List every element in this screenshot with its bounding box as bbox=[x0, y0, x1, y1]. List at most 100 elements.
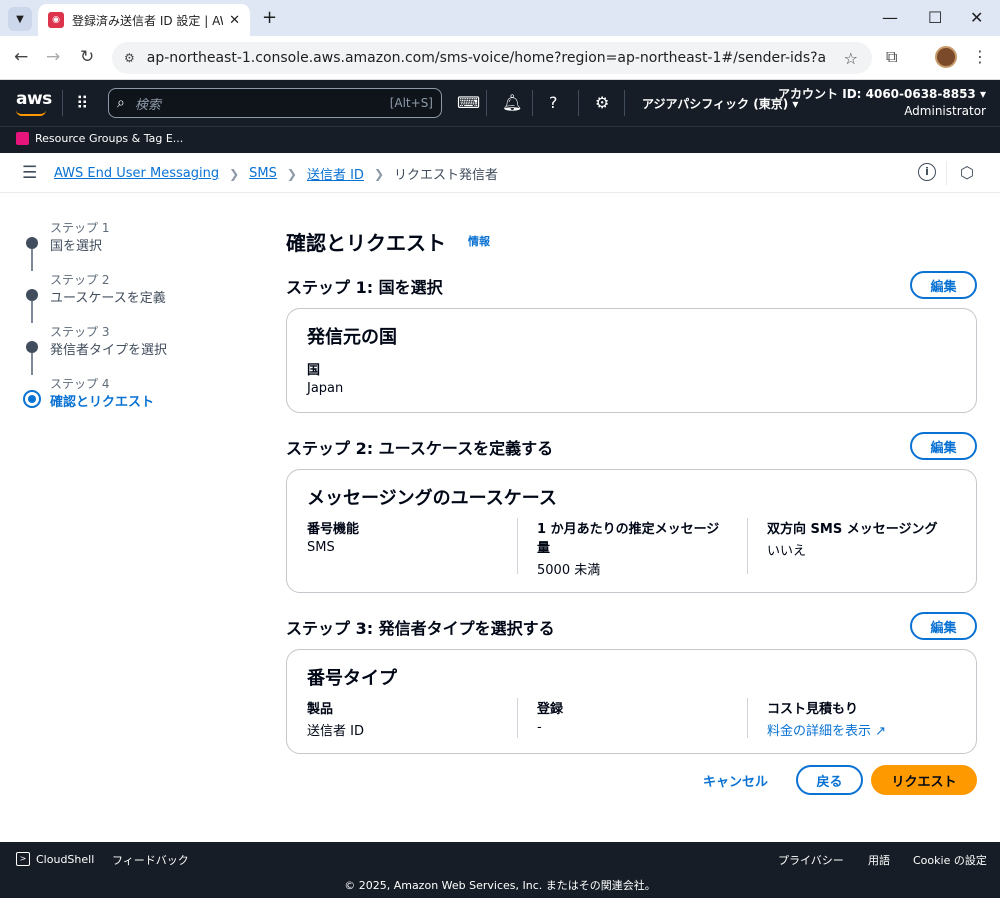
menu-hamburger-icon[interactable]: ☰ bbox=[22, 163, 37, 183]
bookmark-star-icon[interactable]: ☆ bbox=[844, 49, 858, 68]
account-id: アカウント ID: 4060-0638-8853 ▾ bbox=[778, 87, 986, 101]
window-close-icon[interactable]: ✕ bbox=[970, 8, 983, 27]
reload-icon[interactable]: ↻ bbox=[80, 47, 94, 67]
help-icon[interactable]: ? bbox=[549, 93, 558, 112]
field-label: コスト見積もり bbox=[767, 702, 859, 717]
field-value: 5000 未満 bbox=[537, 563, 601, 578]
back-arrow-icon[interactable]: ← bbox=[14, 47, 28, 67]
aws-favicon-icon: ◉ bbox=[48, 12, 64, 28]
account-role: Administrator bbox=[904, 104, 986, 118]
wizard-step-3[interactable]: ステップ 3 発信者タイプを選択 bbox=[24, 323, 224, 375]
region-selector[interactable]: アジアパシフィック (東京) ▾ bbox=[642, 95, 798, 112]
field-value: - bbox=[537, 720, 542, 735]
step-label: ユースケースを定義 bbox=[50, 291, 166, 306]
resource-groups-icon bbox=[16, 132, 29, 145]
chevron-right-icon: ❯ bbox=[373, 166, 385, 181]
url-field[interactable]: ⚙ ap-northeast-1.console.aws.amazon.com/… bbox=[112, 42, 872, 74]
edit-step1-button[interactable]: 編集 bbox=[910, 271, 977, 299]
wizard-step-1[interactable]: ステップ 1 国を選択 bbox=[24, 219, 224, 271]
cloudshell-footer-icon: > bbox=[16, 852, 30, 866]
breadcrumb-link-sender-id[interactable]: 送信者 ID bbox=[307, 164, 364, 183]
cloudshell-button[interactable]: > CloudShell bbox=[16, 852, 94, 866]
cloudshell-icon[interactable]: ⌨ bbox=[457, 93, 480, 112]
terms-link[interactable]: 用語 bbox=[868, 852, 890, 868]
step-number: ステップ 2 bbox=[50, 273, 110, 287]
breadcrumb-link-sms[interactable]: SMS bbox=[249, 166, 277, 181]
step-dot-icon bbox=[26, 289, 38, 301]
breadcrumb: AWS End User Messaging ❯ SMS ❯ 送信者 ID ❯ … bbox=[54, 164, 498, 183]
extensions-icon[interactable]: ⧉ bbox=[886, 47, 897, 67]
tab-search-button[interactable]: ▼ bbox=[8, 7, 32, 31]
close-tab-icon[interactable]: ✕ bbox=[229, 13, 240, 28]
cancel-button[interactable]: キャンセル bbox=[703, 771, 768, 790]
submit-request-button[interactable]: リクエスト bbox=[871, 765, 977, 795]
account-menu[interactable]: アカウント ID: 4060-0638-8853 ▾ Administrator bbox=[778, 86, 986, 120]
console-footer: > CloudShell フィードバック プライバシー 用語 Cookie の設… bbox=[0, 842, 1000, 898]
back-button[interactable]: 戻る bbox=[796, 765, 863, 795]
new-tab-button[interactable]: + bbox=[262, 7, 277, 28]
divider bbox=[532, 90, 533, 116]
card-title: 番号タイプ bbox=[307, 668, 397, 689]
search-shortcut: [Alt+S] bbox=[389, 96, 433, 110]
field-product: 製品 送信者 ID bbox=[307, 698, 364, 739]
step-dot-icon bbox=[26, 237, 38, 249]
field-number-capability: 番号機能 SMS bbox=[307, 518, 359, 555]
search-input[interactable]: ⌕ 検索 [Alt+S] bbox=[108, 88, 442, 118]
browser-tab[interactable]: ◉ 登録済み送信者 ID 設定 | AWS E ✕ bbox=[38, 4, 250, 36]
step-label: 確認とリクエスト bbox=[50, 395, 155, 410]
step-connector bbox=[31, 353, 33, 375]
divider bbox=[578, 90, 579, 116]
wizard-steps: ステップ 1 国を選択 ステップ 2 ユースケースを定義 ステップ 3 発信者タ… bbox=[23, 219, 224, 427]
aws-logo[interactable]: aws bbox=[16, 89, 52, 109]
search-placeholder: 検索 bbox=[134, 97, 161, 113]
gear-icon[interactable]: ⚙ bbox=[595, 93, 609, 112]
copyright: © 2025, Amazon Web Services, Inc. またはその関… bbox=[344, 879, 656, 892]
field-cost-estimate: コスト見積もり 料金の詳細を表示 ↗ bbox=[767, 698, 886, 739]
favorite-label: Resource Groups & Tag E... bbox=[35, 132, 184, 145]
site-info-icon[interactable]: ⚙ bbox=[124, 51, 135, 65]
divider bbox=[747, 518, 748, 574]
field-value: SMS bbox=[307, 540, 335, 555]
edit-step2-button[interactable]: 編集 bbox=[910, 432, 977, 460]
pricing-details-link[interactable]: 料金の詳細を表示 bbox=[767, 724, 871, 739]
card-origin-country: 発信元の国 国 Japan bbox=[286, 308, 977, 413]
field-label: 番号機能 bbox=[307, 522, 360, 537]
field-country: 国 Japan bbox=[307, 359, 343, 396]
field-value: Japan bbox=[307, 381, 344, 396]
minimize-icon[interactable]: — bbox=[882, 8, 898, 27]
divider bbox=[946, 161, 947, 185]
info-icon[interactable]: i bbox=[918, 163, 936, 181]
step-number: ステップ 3 bbox=[50, 325, 110, 339]
settings-hex-icon[interactable]: ⬡ bbox=[960, 163, 974, 182]
privacy-link[interactable]: プライバシー bbox=[778, 852, 844, 868]
breadcrumb-bar: ☰ AWS End User Messaging ❯ SMS ❯ 送信者 ID … bbox=[0, 153, 1000, 193]
bell-icon[interactable]: 🔔︎ bbox=[502, 93, 522, 112]
forward-arrow-icon[interactable]: → bbox=[46, 47, 60, 67]
wizard-step-2[interactable]: ステップ 2 ユースケースを定義 bbox=[24, 271, 224, 323]
edit-step3-button[interactable]: 編集 bbox=[910, 612, 977, 640]
wizard-step-4: ステップ 4 確認とリクエスト bbox=[23, 375, 224, 427]
aws-smile-logo-mark bbox=[16, 110, 46, 116]
section-heading-step2: ステップ 2: ユースケースを定義する bbox=[286, 439, 554, 458]
browser-menu-icon[interactable]: ⋮ bbox=[972, 47, 988, 66]
step-number: ステップ 4 bbox=[50, 377, 110, 391]
cookie-settings-link[interactable]: Cookie の設定 bbox=[913, 852, 987, 868]
field-label: 1 か月あたりの推定メッセージ量 bbox=[537, 522, 720, 556]
favorite-resource-groups[interactable]: Resource Groups & Tag E... bbox=[16, 132, 183, 145]
breadcrumb-link-service[interactable]: AWS End User Messaging bbox=[54, 166, 219, 181]
field-label: 製品 bbox=[307, 702, 334, 717]
chevron-right-icon: ❯ bbox=[286, 166, 297, 181]
info-link[interactable]: 情報 bbox=[468, 233, 490, 249]
maximize-icon[interactable]: ☐ bbox=[928, 8, 942, 27]
step-number: ステップ 1 bbox=[50, 221, 110, 235]
page-title: 確認とリクエスト bbox=[286, 231, 446, 255]
field-value: 送信者 ID bbox=[307, 724, 364, 739]
feedback-link[interactable]: フィードバック bbox=[112, 852, 189, 868]
services-grid-icon[interactable]: ⠿ bbox=[76, 94, 88, 114]
divider bbox=[517, 518, 518, 574]
profile-avatar[interactable] bbox=[935, 46, 957, 68]
tab-title: 登録済み送信者 ID 設定 | AWS E bbox=[72, 13, 223, 28]
step-label: 国を選択 bbox=[50, 239, 103, 254]
step-connector bbox=[31, 301, 33, 323]
field-two-way-sms: 双方向 SMS メッセージング いいえ bbox=[767, 518, 937, 559]
